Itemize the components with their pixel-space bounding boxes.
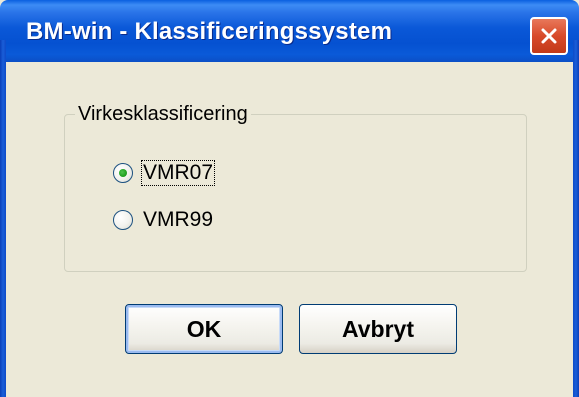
radio-option-vmr07[interactable]: VMR07 (113, 160, 216, 186)
classification-groupbox: Virkesklassificering VMR07 VMR99 (64, 103, 527, 272)
close-button[interactable] (530, 17, 568, 55)
radio-button-vmr99[interactable] (113, 210, 133, 230)
window-title: BM-win - Klassificeringssystem (26, 18, 393, 45)
radio-label-vmr99[interactable]: VMR99 (142, 208, 214, 232)
dialog-body: Virkesklassificering VMR07 VMR99 OK Avbr… (6, 62, 573, 397)
close-icon (539, 26, 559, 46)
ok-button[interactable]: OK (125, 304, 283, 354)
window-border-right (573, 40, 579, 397)
radio-selected-dot (119, 169, 127, 177)
title-bar[interactable]: BM-win - Klassificeringssystem (0, 0, 579, 62)
groupbox-label: Virkesklassificering (75, 103, 251, 126)
radio-label-vmr07[interactable]: VMR07 (140, 160, 216, 186)
radio-button-vmr07[interactable] (113, 163, 133, 183)
cancel-button[interactable]: Avbryt (299, 304, 457, 354)
dialog-window: BM-win - Klassificeringssystem Virkeskla… (0, 0, 579, 397)
radio-option-vmr99[interactable]: VMR99 (113, 208, 214, 232)
